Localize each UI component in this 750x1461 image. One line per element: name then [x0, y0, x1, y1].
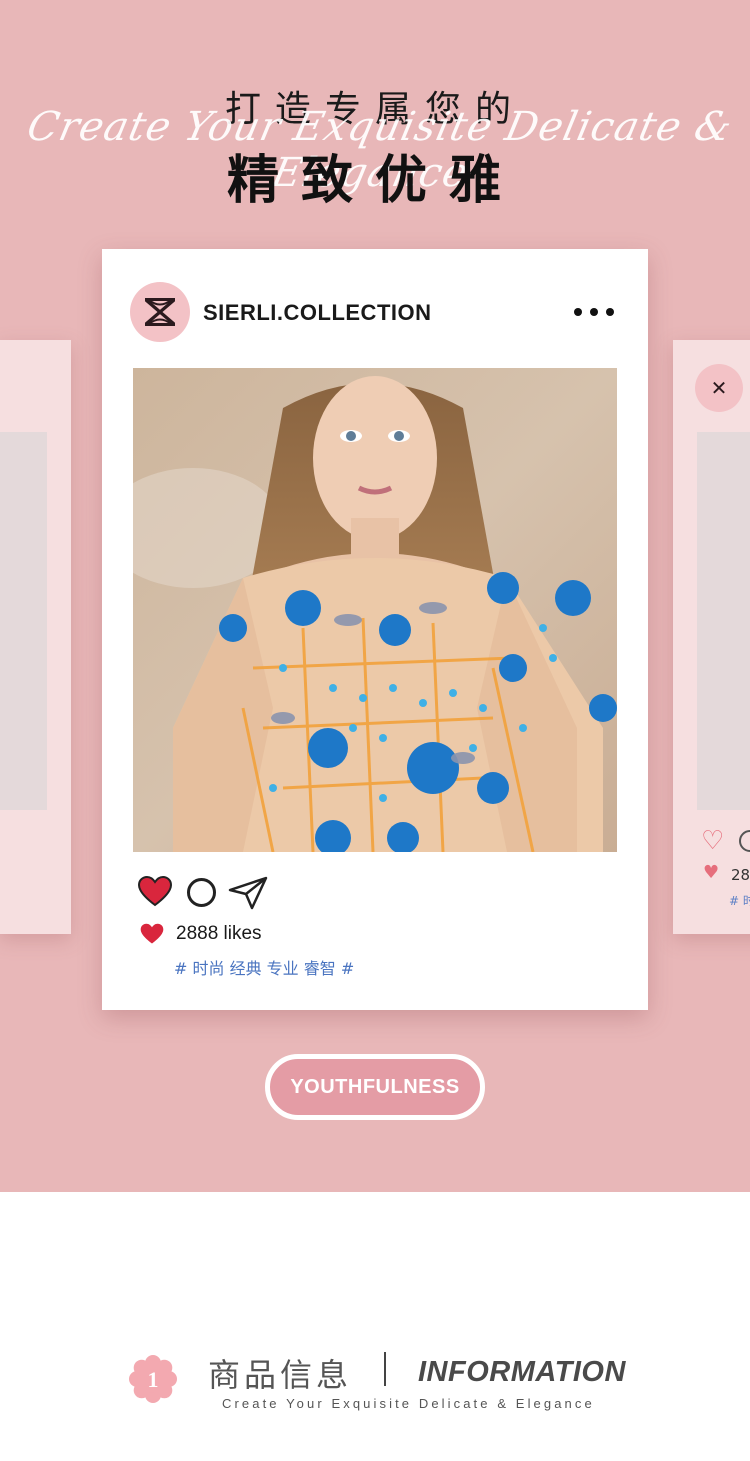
logo-mark-icon — [144, 298, 176, 326]
side-card-left[interactable] — [0, 340, 71, 934]
side-card-avatar: ✕ — [695, 364, 743, 412]
comment-icon[interactable] — [187, 878, 216, 907]
like-heart-icon[interactable] — [138, 876, 172, 907]
info-title-cn: 商品信息 — [208, 1356, 353, 1394]
profile-username[interactable]: SIERLI.COLLECTION — [203, 300, 432, 326]
info-subtitle: Create Your Exquisite Delicate & Eleganc… — [222, 1396, 595, 1411]
side-card-comment-icon — [739, 830, 750, 852]
headline-main: 精致优雅 — [226, 151, 523, 211]
side-card-left-image — [0, 432, 47, 810]
side-card-likes: 288 — [731, 866, 750, 884]
likes-heart-icon — [140, 923, 164, 944]
profile-avatar[interactable] — [130, 282, 190, 342]
post-card: SIERLI.COLLECTION 2888 likes # 时尚 经典 专业 … — [102, 249, 648, 1010]
post-photo[interactable] — [133, 368, 617, 852]
send-icon[interactable] — [228, 876, 268, 910]
side-card-tags: # 时 — [729, 894, 750, 908]
model-photo-illustration — [133, 368, 617, 852]
more-icon[interactable] — [572, 301, 616, 323]
side-card-heart-icon: ♡ — [701, 826, 725, 856]
side-card-right-image — [697, 432, 750, 810]
side-card-small-heart-icon: ♥ — [703, 862, 720, 883]
likes-count: 2888 likes — [176, 923, 262, 944]
post-hashtags[interactable]: # 时尚 经典 专业 睿智 # — [174, 955, 354, 979]
side-card-right[interactable]: ✕ ♡ ♥ 288 # 时 — [673, 340, 750, 934]
youthfulness-badge[interactable]: YOUTHFULNESS — [265, 1054, 485, 1120]
info-number: 1 — [148, 1367, 159, 1392]
info-section: 1 商品信息 INFORMATION Create Your Exquisite… — [0, 1192, 750, 1461]
info-title-en: INFORMATION — [418, 1356, 626, 1388]
logo-mark-icon: ✕ — [710, 376, 728, 400]
flower-number-badge-icon: 1 — [129, 1355, 177, 1403]
info-separator — [384, 1352, 386, 1386]
hero-section: 打造专属您的 Create Your Exquisite Delicate & … — [0, 0, 750, 1192]
